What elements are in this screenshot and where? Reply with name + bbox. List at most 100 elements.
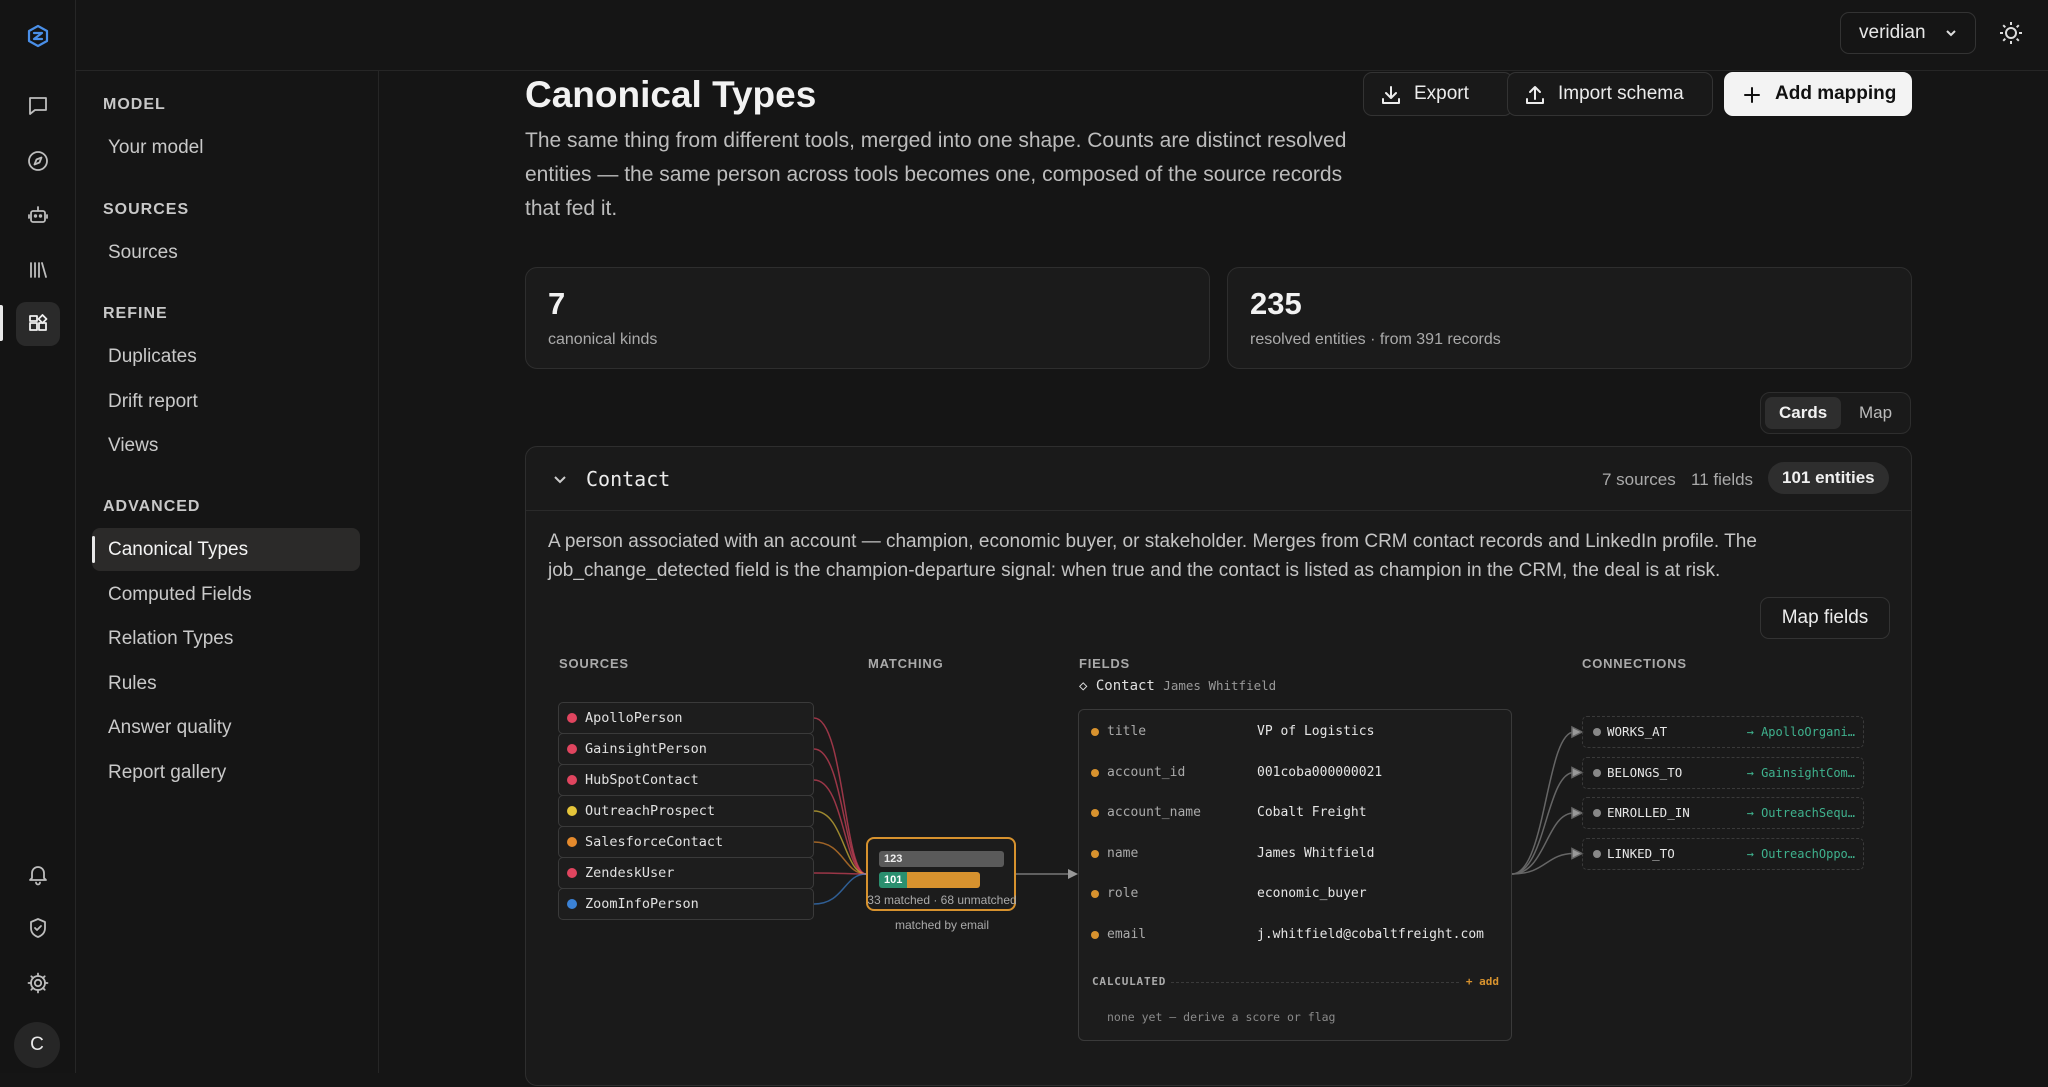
connection-dot: [1593, 728, 1601, 736]
add-calculated-button[interactable]: + add: [1466, 975, 1499, 988]
export-label: Export: [1414, 83, 1469, 104]
workspace-switcher[interactable]: veridian: [1840, 12, 1976, 54]
theme-toggle-sun-icon[interactable]: [1998, 20, 2024, 46]
avatar[interactable]: C: [14, 1022, 60, 1068]
source-node[interactable]: OutreachProspect: [558, 795, 814, 827]
sidebar-item-duplicates[interactable]: Duplicates: [92, 335, 360, 378]
card-sources-count: 7 sources: [1602, 470, 1676, 489]
sidebar: MODEL Your model SOURCES Sources REFINE …: [77, 70, 379, 1073]
matched-records-bar: 101: [879, 872, 980, 888]
field-key: account_name: [1107, 805, 1201, 820]
source-name: OutreachProspect: [585, 803, 716, 819]
export-button[interactable]: Export: [1363, 72, 1513, 116]
source-node[interactable]: GainsightPerson: [558, 733, 814, 765]
page-description: The same thing from different tools, mer…: [525, 129, 1347, 220]
shield-icon[interactable]: [16, 906, 60, 950]
connection-node[interactable]: ENROLLED_IN → OutreachSequ…: [1582, 797, 1864, 829]
connection-flow-line: [1511, 852, 1575, 875]
connection-arrow: [1571, 806, 1584, 820]
source-node[interactable]: HubSpotContact: [558, 764, 814, 796]
connection-node[interactable]: BELONGS_TO → GainsightCom…: [1582, 756, 1864, 789]
source-node[interactable]: ZendeskUser: [558, 857, 814, 889]
source-node[interactable]: SalesforceContact: [558, 826, 814, 858]
view-toggle-cards[interactable]: Cards: [1765, 397, 1842, 429]
card-entities-badge: 101 entities: [1768, 462, 1889, 494]
chevron-down-icon[interactable]: [552, 471, 568, 487]
bot-icon[interactable]: [16, 193, 60, 237]
connection-dot: [1593, 849, 1601, 858]
field-key: email: [1107, 926, 1147, 942]
view-toggle: Cards Map: [1760, 392, 1911, 434]
field-row[interactable]: email j.whitfield@cobaltfreight.com: [1079, 920, 1511, 950]
add-mapping-button[interactable]: Add mapping: [1724, 72, 1912, 116]
column-header-matching: MATCHING: [868, 656, 944, 671]
source-node[interactable]: ZoomInfoPerson: [558, 888, 814, 920]
connection-target: → ApolloOrgani…: [1746, 725, 1855, 739]
sidebar-section-model: MODEL: [103, 96, 166, 113]
field-row[interactable]: account_name Cobalt Freight: [1079, 798, 1511, 828]
field-dot: [1091, 930, 1099, 939]
card-title: Contact: [586, 467, 671, 491]
library-icon[interactable]: [16, 248, 60, 292]
map-fields-button[interactable]: Map fields: [1760, 597, 1890, 639]
fields-entity-subject: James Whitfield: [1163, 678, 1277, 693]
sidebar-item-drift-report[interactable]: Drift report: [92, 380, 360, 423]
grid-icon[interactable]: [16, 302, 60, 346]
connection-dot: [1593, 768, 1601, 777]
source-name: ZoomInfoPerson: [585, 896, 699, 912]
source-flow-line: [813, 748, 867, 875]
import-schema-button[interactable]: Import schema: [1507, 72, 1713, 116]
source-flow-line: [813, 841, 867, 875]
sidebar-item-views[interactable]: Views: [92, 424, 360, 467]
stat-label: canonical kinds: [548, 331, 658, 348]
view-toggle-map[interactable]: Map: [1845, 397, 1906, 429]
compass-icon[interactable]: [16, 139, 60, 183]
column-header-fields: FIELDS: [1079, 656, 1131, 671]
connection-arrow: [1571, 766, 1584, 779]
source-flow-line: [813, 872, 867, 875]
unmatched-bar-fill: [907, 872, 980, 888]
field-dot: [1091, 890, 1099, 898]
sidebar-item-report-gallery[interactable]: Report gallery: [92, 751, 360, 794]
download-icon: [1382, 86, 1400, 104]
field-row[interactable]: name James Whitfield: [1079, 839, 1511, 869]
workspace-name: veridian: [1859, 22, 1926, 43]
sidebar-item-your-model[interactable]: Your model: [92, 126, 360, 169]
page-title: Canonical Types: [525, 74, 817, 115]
gear-icon[interactable]: [16, 961, 60, 1005]
connection-target: → OutreachOppo…: [1746, 846, 1855, 861]
sidebar-item-answer-quality[interactable]: Answer quality: [92, 706, 360, 749]
sidebar-item-relation-types[interactable]: Relation Types: [92, 617, 360, 660]
sidebar-item-sources[interactable]: Sources: [92, 231, 360, 274]
field-value: James Whitfield: [1257, 845, 1375, 861]
connection-node[interactable]: WORKS_AT → ApolloOrgani…: [1582, 716, 1864, 748]
plus-icon: [1744, 87, 1760, 103]
field-row[interactable]: role economic_buyer: [1079, 879, 1511, 909]
stat-label: resolved entities · from 391 records: [1250, 331, 1501, 348]
chat-icon[interactable]: [16, 84, 60, 128]
sidebar-item-computed-fields[interactable]: Computed Fields: [92, 573, 360, 616]
matched-bar-fill: 101: [879, 872, 907, 888]
field-value: 001coba000000021: [1257, 764, 1383, 780]
field-key: name: [1107, 845, 1139, 861]
connection-node[interactable]: LINKED_TO → OutreachOppo…: [1582, 837, 1864, 870]
field-dot: [1091, 849, 1099, 858]
card-header[interactable]: Contact 7 sources 11 fields 101 entities: [526, 447, 1911, 511]
logo-icon[interactable]: [16, 14, 60, 58]
field-key: title: [1107, 724, 1147, 739]
source-color-dot: [567, 837, 577, 847]
field-row[interactable]: account_id 001coba000000021: [1079, 758, 1511, 788]
connection-relation: LINKED_TO: [1607, 845, 1675, 861]
icon-rail: C: [0, 0, 76, 1073]
sidebar-item-rules[interactable]: Rules: [92, 662, 360, 705]
sidebar-item-canonical-types[interactable]: Canonical Types: [92, 528, 360, 571]
fields-entity-kind: ◇ Contact: [1079, 678, 1155, 694]
column-header-sources: SOURCES: [559, 656, 629, 671]
field-dot: [1091, 728, 1099, 736]
field-key: account_id: [1107, 764, 1186, 780]
stat-value: 7: [548, 286, 566, 321]
source-node[interactable]: ApolloPerson: [558, 702, 814, 734]
field-row[interactable]: title VP of Logistics: [1079, 717, 1511, 747]
bell-icon[interactable]: [16, 852, 60, 896]
source-color-dot: [567, 744, 577, 754]
